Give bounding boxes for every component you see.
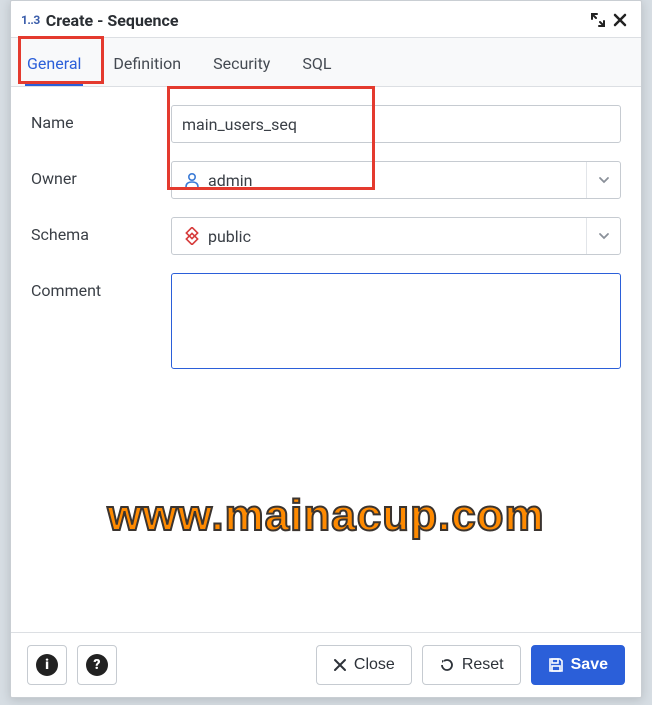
close-icon bbox=[613, 13, 627, 27]
sequence-type-icon: 1..3 bbox=[21, 13, 40, 27]
info-icon: i bbox=[36, 654, 58, 676]
schema-select[interactable]: public bbox=[171, 217, 621, 255]
help-icon: ? bbox=[86, 654, 108, 676]
comment-label: Comment bbox=[31, 273, 171, 300]
reset-button[interactable]: Reset bbox=[422, 645, 521, 685]
dialog-footer: i ? Close Reset Save bbox=[11, 632, 641, 697]
close-dialog-button[interactable] bbox=[609, 9, 631, 31]
schema-value: public bbox=[208, 227, 251, 246]
tab-general[interactable]: General bbox=[25, 48, 83, 86]
save-button-label: Save bbox=[571, 656, 608, 674]
dialog-title: Create - Sequence bbox=[46, 11, 587, 30]
owner-select[interactable]: admin bbox=[171, 161, 621, 199]
reset-button-label: Reset bbox=[462, 656, 504, 674]
owner-value: admin bbox=[208, 171, 252, 190]
form-body: Name Owner admin Schema bbox=[11, 87, 641, 632]
tab-definition[interactable]: Definition bbox=[111, 48, 183, 86]
chevron-down-icon bbox=[586, 218, 620, 254]
row-owner: Owner admin bbox=[31, 161, 621, 199]
name-label: Name bbox=[31, 105, 171, 132]
close-button-label: Close bbox=[354, 656, 395, 674]
close-icon bbox=[333, 658, 347, 672]
comment-textarea[interactable] bbox=[171, 273, 621, 369]
info-button[interactable]: i bbox=[27, 645, 67, 685]
dialog-header: 1..3 Create - Sequence bbox=[11, 1, 641, 38]
tab-sql[interactable]: SQL bbox=[300, 48, 333, 86]
dialog-tabs: General Definition Security SQL bbox=[11, 38, 641, 87]
maximize-button[interactable] bbox=[587, 9, 609, 31]
row-comment: Comment bbox=[31, 273, 621, 373]
chevron-down-icon bbox=[586, 162, 620, 198]
owner-label: Owner bbox=[31, 161, 171, 188]
create-sequence-dialog: 1..3 Create - Sequence General Definitio… bbox=[10, 0, 642, 698]
reset-icon bbox=[439, 657, 455, 673]
schema-icon bbox=[182, 226, 202, 246]
maximize-icon bbox=[591, 13, 605, 27]
row-schema: Schema public bbox=[31, 217, 621, 255]
save-button[interactable]: Save bbox=[531, 645, 625, 685]
close-button[interactable]: Close bbox=[316, 645, 412, 685]
help-button[interactable]: ? bbox=[77, 645, 117, 685]
tab-security[interactable]: Security bbox=[211, 48, 272, 86]
save-icon bbox=[548, 657, 564, 673]
schema-label: Schema bbox=[31, 217, 171, 244]
name-input[interactable] bbox=[171, 105, 621, 143]
row-name: Name bbox=[31, 105, 621, 143]
user-icon bbox=[182, 170, 202, 190]
watermark-text: www.mainacup.com bbox=[11, 491, 641, 541]
